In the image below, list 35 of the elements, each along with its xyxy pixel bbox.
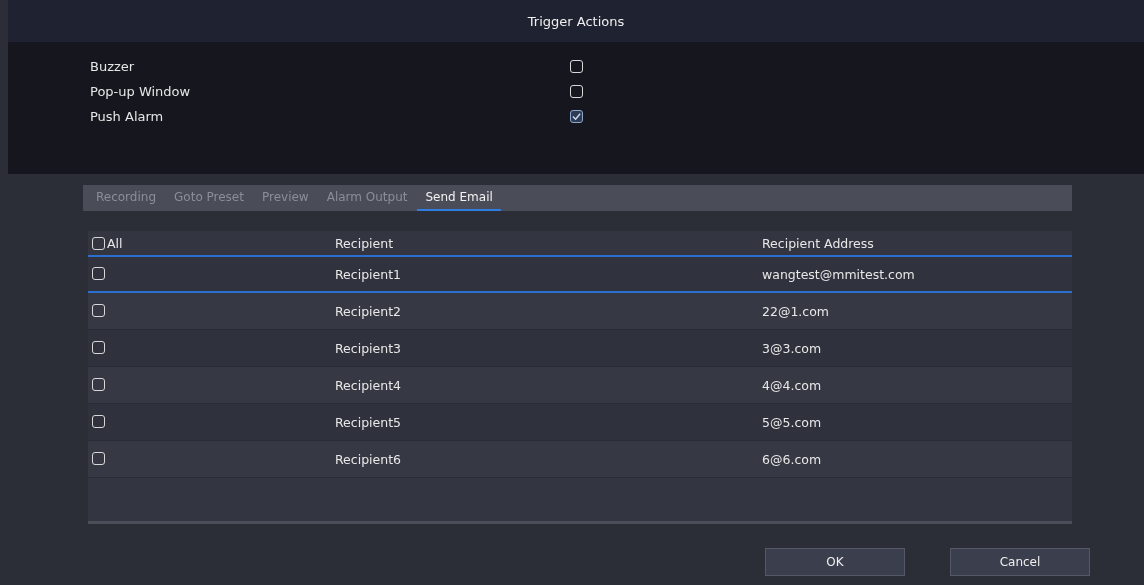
checkbox[interactable]: [570, 109, 583, 123]
checkbox[interactable]: [92, 266, 105, 280]
table-cell-text: Recipient1: [335, 266, 403, 282]
checkbox[interactable]: [570, 59, 583, 73]
table-cell-text: 4@4.com: [762, 377, 823, 393]
table-cell-text: Recipient4: [335, 377, 403, 393]
ok-button[interactable]: OK: [765, 548, 905, 576]
cancel-button[interactable]: Cancel: [950, 548, 1090, 576]
table-cell-text: Recipient3: [335, 340, 403, 356]
column-header: Recipient: [335, 235, 395, 251]
checkbox[interactable]: [92, 414, 105, 428]
table-row[interactable]: Recipient1 wangtest@mmitest.com: [88, 257, 1072, 293]
window-title: Trigger Actions: [527, 13, 625, 29]
option-label: Buzzer: [90, 58, 136, 74]
table-row[interactable]: Recipient3 3@3.com: [88, 330, 1072, 367]
option-label: Pop-up Window: [90, 83, 192, 99]
checkbox[interactable]: [92, 236, 105, 250]
table-cell-text: Recipient6: [335, 451, 403, 467]
option-label: Push Alarm: [90, 108, 165, 124]
column-header: Recipient Address: [762, 235, 875, 251]
table-cell-text: Recipient2: [335, 303, 403, 319]
checkbox[interactable]: [92, 377, 105, 391]
checkbox[interactable]: [92, 303, 105, 317]
table-cell-text: wangtest@mmitest.com: [762, 266, 916, 282]
table-row[interactable]: Recipient5 5@5.com: [88, 404, 1072, 441]
table-cell-text: 5@5.com: [762, 414, 823, 430]
column-header: All: [107, 235, 123, 251]
checkbox[interactable]: [92, 451, 105, 465]
table-cell-text: Recipient5: [335, 414, 403, 430]
checkbox[interactable]: [570, 84, 583, 98]
checkbox[interactable]: [92, 340, 105, 354]
tab[interactable]: Send Email: [417, 190, 501, 211]
table-cell-text: 22@1.com: [762, 303, 831, 319]
table-cell-text: 6@6.com: [762, 451, 823, 467]
table-cell-text: 3@3.com: [762, 340, 823, 356]
